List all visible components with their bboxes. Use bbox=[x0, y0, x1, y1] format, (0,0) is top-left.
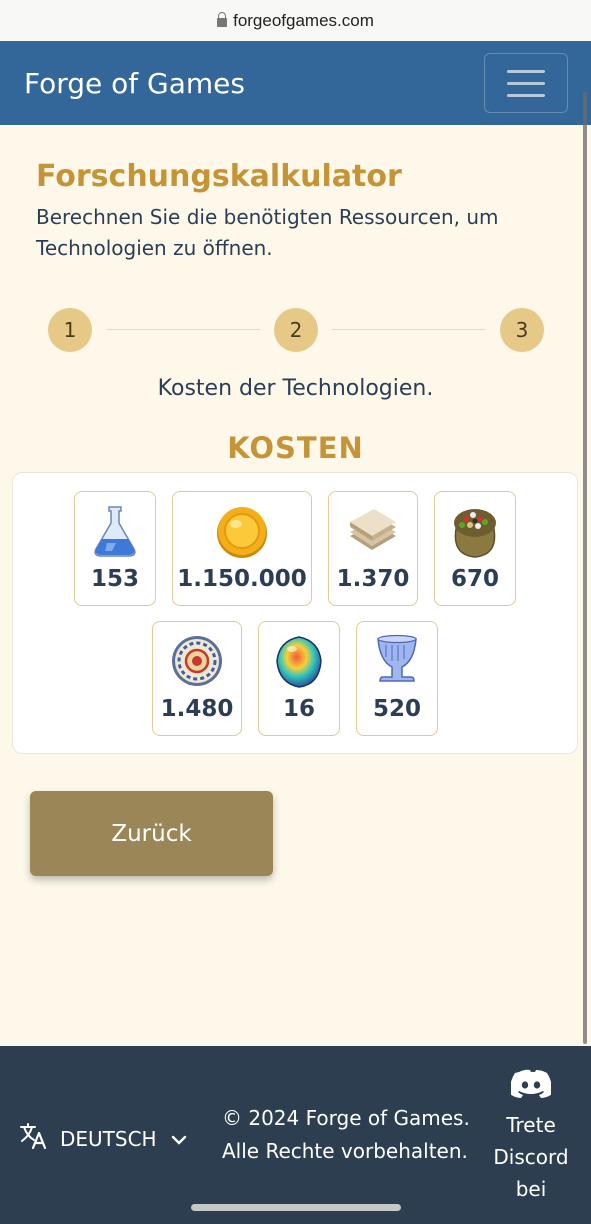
cost-value: 1.370 bbox=[336, 566, 410, 592]
discord-icon bbox=[490, 1068, 572, 1107]
costs-row: 1.480 16 520 bbox=[13, 621, 577, 736]
hamburger-icon-bar bbox=[507, 93, 545, 97]
browser-url-bar[interactable]: forgeofgames.com bbox=[0, 0, 591, 41]
copyright-text: © 2024 Forge of Games. Alle Rechte vorbe… bbox=[222, 1102, 482, 1168]
step-connector bbox=[106, 329, 260, 330]
seed-sack-icon bbox=[448, 502, 502, 560]
url-text: forgeofgames.com bbox=[233, 10, 374, 30]
cost-item-opal: 16 bbox=[258, 621, 340, 736]
page-title: Forschungskalkulator bbox=[36, 159, 402, 194]
navbar: Forge of Games bbox=[0, 41, 591, 125]
cost-item-goblet: 520 bbox=[356, 621, 438, 736]
home-indicator bbox=[191, 1204, 401, 1211]
cost-item-plate: 1.480 bbox=[152, 621, 242, 736]
back-button[interactable]: Zurück bbox=[30, 791, 273, 876]
page-subtitle: Berechnen Sie die benötigten Ressourcen,… bbox=[36, 205, 499, 260]
discord-text: bei bbox=[515, 1177, 547, 1201]
discord-text: Trete bbox=[506, 1113, 556, 1137]
cost-value: 520 bbox=[372, 696, 421, 722]
cost-value: 670 bbox=[450, 566, 499, 592]
cost-item-coins: 1.150.000 bbox=[172, 491, 312, 606]
hamburger-icon-bar bbox=[507, 81, 545, 85]
page-scrollbar[interactable] bbox=[583, 92, 587, 1044]
copyright-line: © 2024 Forge of Games. bbox=[222, 1106, 470, 1130]
research-flask-icon bbox=[88, 502, 142, 560]
step-3[interactable]: 3 bbox=[500, 308, 544, 352]
chevron-down-icon bbox=[171, 1127, 187, 1151]
translate-icon bbox=[18, 1121, 48, 1156]
cost-item-seeds: 670 bbox=[434, 491, 516, 606]
brand-logo-text[interactable]: Forge of Games bbox=[24, 67, 245, 100]
cost-value: 153 bbox=[90, 566, 139, 592]
cost-value: 1.480 bbox=[160, 696, 234, 722]
discord-link[interactable]: Trete Discord bei bbox=[490, 1068, 572, 1205]
copyright-line: Alle Rechte vorbehalten. bbox=[222, 1139, 468, 1163]
step-connector bbox=[332, 329, 486, 330]
cost-value: 1.150.000 bbox=[177, 566, 307, 592]
glass-goblet-icon bbox=[370, 632, 424, 690]
cost-value: 16 bbox=[282, 696, 315, 722]
paper-stack-icon bbox=[346, 502, 400, 560]
step-1[interactable]: 1 bbox=[48, 308, 92, 352]
cost-item-paper: 1.370 bbox=[328, 491, 418, 606]
opal-gem-icon bbox=[272, 632, 326, 690]
costs-heading: KOSTEN bbox=[227, 431, 364, 465]
language-label: DEUTSCH bbox=[60, 1126, 157, 1151]
costs-card: 153 1.150.000 1.370 670 1.480 16 520 bbox=[12, 472, 578, 754]
menu-toggle-button[interactable] bbox=[484, 53, 568, 113]
step-2[interactable]: 2 bbox=[274, 308, 318, 352]
coins-icon bbox=[215, 502, 269, 560]
cost-item-research: 153 bbox=[74, 491, 156, 606]
hamburger-icon bbox=[507, 69, 545, 73]
stepper: 1 2 3 bbox=[48, 308, 544, 352]
step-description: Kosten der Technologien. bbox=[157, 376, 434, 401]
discord-text: Discord bbox=[493, 1145, 569, 1169]
language-selector[interactable]: DEUTSCH bbox=[18, 1121, 187, 1156]
ornate-plate-icon bbox=[170, 632, 224, 690]
costs-row: 153 1.150.000 1.370 670 bbox=[13, 491, 577, 606]
main-content: Forschungskalkulator Berechnen Sie die b… bbox=[0, 159, 591, 465]
lock-icon bbox=[217, 12, 228, 27]
